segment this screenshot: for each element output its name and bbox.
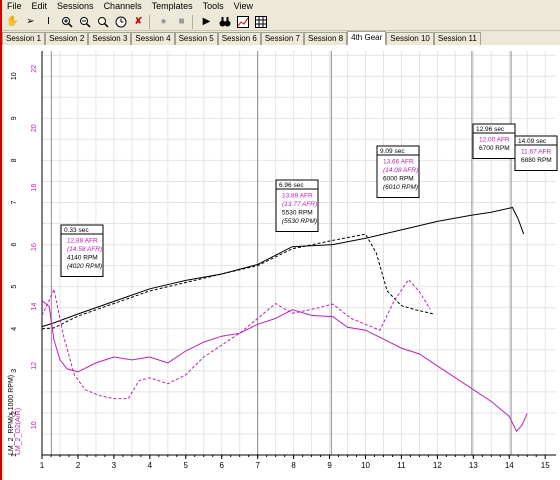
- menu-channels[interactable]: Channels: [99, 0, 147, 13]
- toolbar-separator: [149, 14, 150, 29]
- marker-rpm2-text: (6010 RPM): [383, 184, 418, 191]
- record-icon[interactable]: ●: [156, 14, 171, 29]
- rpm-tick-label: 5: [11, 285, 18, 289]
- tab-session-5[interactable]: Session 5: [174, 32, 218, 45]
- x-tick-label: 9: [327, 461, 332, 470]
- tab-session-11[interactable]: Session 11: [433, 32, 481, 45]
- tab-session-4[interactable]: Session 4: [131, 32, 175, 45]
- session-tabs: Session 1 Session 2 Session 3 Session 4 …: [2, 31, 560, 45]
- x-tick-label: 5: [184, 461, 189, 470]
- menu-bar: File Edit Sessions Channels Templates To…: [2, 0, 560, 13]
- afr-tick-label: 16: [31, 243, 38, 251]
- rpm-tick-label: 10: [11, 72, 18, 80]
- marker-afr2-text: (14.08 AFR): [383, 167, 418, 174]
- tab-session-10[interactable]: Session 10: [386, 32, 434, 45]
- grid-icon[interactable]: [253, 14, 268, 29]
- x-tick-label: 3: [112, 461, 117, 470]
- toolbar-separator: [192, 14, 193, 29]
- tab-session-7[interactable]: Session 7: [260, 32, 304, 45]
- marker-time-text: 9.09 sec: [380, 148, 405, 155]
- marker-rpm2-text: (4020 RPM): [67, 263, 102, 270]
- menu-file[interactable]: File: [2, 0, 27, 13]
- chart-canvas[interactable]: 1 2 3 4 5 6 7 8 9 10 11 12 13 14 151234567891010121416…: [4, 45, 560, 480]
- tab-session-1[interactable]: Session 1: [2, 32, 46, 45]
- rpm-tick-label: 3: [11, 369, 18, 373]
- rpm-tick-label: 6: [11, 243, 18, 247]
- menu-sessions[interactable]: Sessions: [52, 0, 99, 13]
- marker-time-text: 14.09 sec: [518, 138, 547, 145]
- marker-time-text: 12.96 sec: [476, 126, 505, 133]
- x-tick-label: 8: [291, 461, 296, 470]
- marker-afr1-text: 11.67 AFR: [521, 149, 552, 156]
- x-tick-label: 13: [469, 461, 478, 470]
- zoom-out-icon[interactable]: [77, 14, 92, 29]
- tab-session-2[interactable]: Session 2: [45, 32, 89, 45]
- app-window: File Edit Sessions Channels Templates To…: [0, 0, 560, 480]
- tab-session-6[interactable]: Session 6: [217, 32, 261, 45]
- tab-4th-gear[interactable]: 4th Gear: [347, 31, 387, 45]
- tab-session-3[interactable]: Session 3: [88, 32, 132, 45]
- marker-rpm1-text: 4140 RPM: [67, 255, 98, 262]
- marker-afr1-text: 12.88 AFR: [67, 238, 98, 245]
- zoom-reset-icon[interactable]: [95, 14, 110, 29]
- menu-templates[interactable]: Templates: [147, 0, 198, 13]
- marker-rpm1-text: 6000 RPM: [383, 176, 414, 183]
- binoculars-icon[interactable]: [217, 14, 232, 29]
- marker-time-text: 0.33 sec: [64, 227, 89, 234]
- marker-rpm1-text: 5530 RPM: [282, 210, 313, 217]
- zoom-in-icon[interactable]: [59, 14, 74, 29]
- marker-afr1-text: 13.89 AFR: [282, 193, 313, 200]
- menu-tools[interactable]: Tools: [198, 0, 229, 13]
- afr-tick-label: 10: [31, 421, 38, 429]
- marker-afr1-text: 12.00 AFR: [479, 137, 510, 144]
- play-icon[interactable]: ▶: [199, 14, 214, 29]
- chart-icon[interactable]: [235, 14, 250, 29]
- text-cursor-icon[interactable]: I: [41, 14, 56, 29]
- rpm-tick-label: 9: [11, 116, 18, 120]
- stop-icon[interactable]: ■: [174, 14, 189, 29]
- menu-edit[interactable]: Edit: [27, 0, 53, 13]
- rpm-tick-label: 7: [11, 200, 18, 204]
- x-tick-label: 2: [76, 461, 81, 470]
- rpm-axis-title: LM_2_RPM(x 1000 RPM): [8, 375, 15, 455]
- x-tick-label: 12: [433, 461, 442, 470]
- marker-afr2-text: (14.58 AFR): [67, 246, 102, 253]
- clock-icon[interactable]: [113, 14, 128, 29]
- x-tick-label: 15: [541, 461, 550, 470]
- hand-icon[interactable]: ✋: [5, 14, 20, 29]
- afr-tick-label: 20: [31, 124, 38, 132]
- marker-afr1-text: 13.66 AFR: [383, 159, 414, 166]
- x-tick-label: 4: [148, 461, 153, 470]
- marker-rpm1-text: 6700 RPM: [479, 145, 510, 152]
- afr-tick-label: 12: [31, 362, 38, 370]
- afr-tick-label: 18: [31, 184, 38, 192]
- marker-time-text: 6.96 sec: [279, 182, 304, 189]
- marker-rpm2-text: (5530 RPM): [282, 218, 317, 225]
- tab-session-8[interactable]: Session 8: [303, 32, 348, 45]
- rpm-tick-label: 4: [11, 327, 18, 331]
- afr-axis-title: LM_2_O2(A/R): [15, 408, 22, 455]
- marker-rpm1-text: 6880 RPM: [521, 157, 552, 164]
- x-tick-label: 10: [361, 461, 370, 470]
- x-tick-label: 7: [255, 461, 260, 470]
- rpm-tick-label: 8: [11, 158, 18, 162]
- overlay-icon[interactable]: ✘: [131, 14, 146, 29]
- afr-tick-label: 14: [31, 302, 38, 310]
- toolbar: ✋ ➢ I ✘ ● ■ ▶: [2, 13, 560, 31]
- x-tick-label: 1: [40, 461, 45, 470]
- menu-view[interactable]: View: [229, 0, 258, 13]
- x-tick-label: 11: [397, 461, 406, 470]
- marker-afr2-text: (13.77 AFR): [282, 201, 317, 208]
- cursor-icon[interactable]: ➢: [23, 14, 38, 29]
- x-tick-label: 6: [219, 461, 224, 470]
- x-tick-label: 14: [505, 461, 514, 470]
- afr-tick-label: 22: [31, 65, 38, 73]
